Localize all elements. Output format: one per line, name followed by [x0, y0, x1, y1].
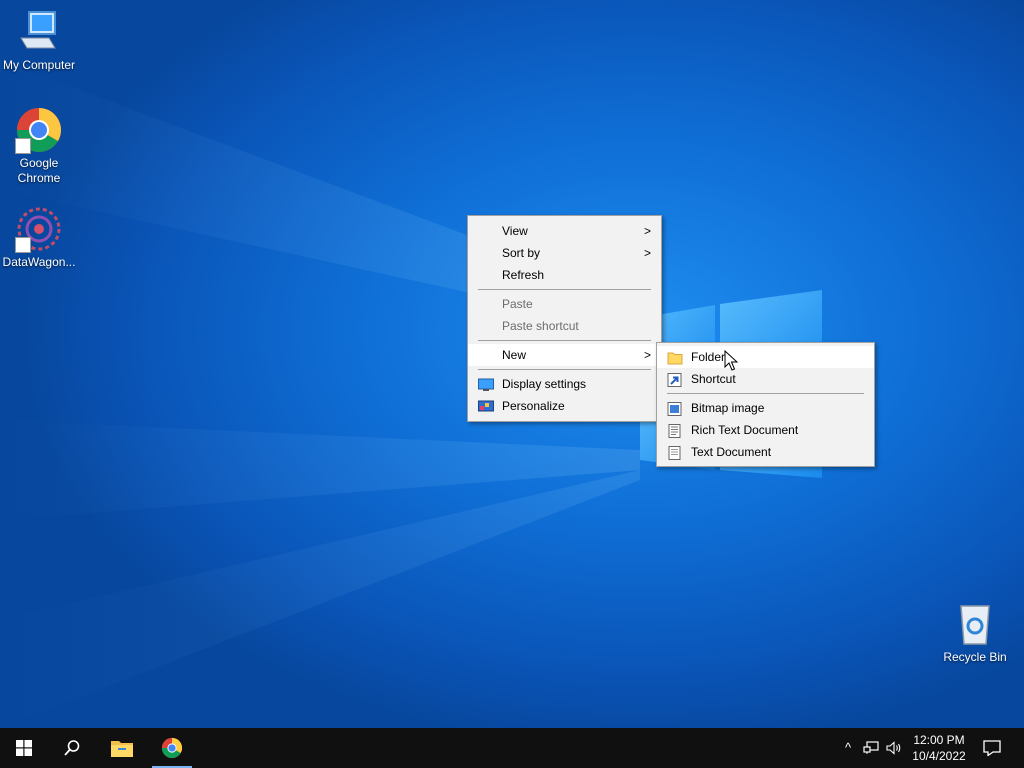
- menu-item-refresh[interactable]: Refresh: [468, 264, 661, 286]
- submenu-item-rich-text-document[interactable]: Rich Text Document: [657, 419, 874, 441]
- menu-item-paste: Paste: [502, 297, 533, 311]
- computer-icon: [15, 8, 63, 56]
- chevron-right-icon: >: [643, 246, 651, 260]
- taskbar-clock[interactable]: 12:00 PM 10/4/2022: [900, 732, 978, 764]
- submenu-item-bitmap-image[interactable]: Bitmap image: [657, 397, 874, 419]
- menu-item-display-settings[interactable]: Display settings: [468, 373, 661, 395]
- menu-separator: [478, 369, 651, 370]
- file-explorer-icon: [111, 741, 133, 757]
- taskbar: ^ 12:00 PM 10/4/2022: [0, 728, 1024, 768]
- personalize-icon: [478, 399, 494, 413]
- new-submenu: Folder Shortcut Bitmap image Rich Text D…: [656, 342, 875, 467]
- file-explorer-button[interactable]: [98, 728, 146, 768]
- menu-item-personalize[interactable]: Personalize: [468, 395, 661, 417]
- desktop-icon-label: Recycle Bin: [943, 650, 1007, 664]
- tray-chevron-icon[interactable]: ^: [836, 728, 860, 768]
- desktop-icon-label: My Computer: [2, 58, 76, 72]
- menu-item-paste-shortcut: Paste shortcut: [502, 319, 579, 333]
- recycle-bin-icon: [951, 600, 999, 648]
- menu-item-new[interactable]: New >: [468, 344, 661, 366]
- chrome-taskbar-button[interactable]: [148, 728, 196, 768]
- shortcut-arrow-icon: [15, 138, 31, 154]
- search-icon: [64, 740, 80, 756]
- menu-separator: [478, 340, 651, 341]
- chevron-right-icon: >: [643, 224, 651, 238]
- start-button[interactable]: [0, 728, 48, 768]
- action-center-button[interactable]: [978, 728, 1006, 768]
- desktop-icon-label: DataWagon...: [2, 255, 76, 269]
- desktop-context-menu: View > Sort by > Refresh Paste Paste sho…: [467, 215, 662, 422]
- bitmap-icon: [667, 401, 683, 416]
- desktop-icon-recycle-bin[interactable]: Recycle Bin: [936, 600, 1014, 665]
- submenu-item-shortcut[interactable]: Shortcut: [657, 368, 874, 390]
- desktop-icon-label: Google Chrome: [17, 156, 61, 185]
- search-button[interactable]: [48, 728, 96, 768]
- text-document-icon: [667, 445, 683, 460]
- notification-icon: [983, 740, 1001, 756]
- menu-separator: [667, 393, 864, 394]
- shortcut-icon: [667, 372, 683, 387]
- desktop[interactable]: My Computer Google Chrome DataWagon... R…: [0, 0, 1024, 728]
- clock-date: 10/4/2022: [912, 749, 966, 763]
- mouse-cursor-icon: [724, 350, 738, 371]
- desktop-icon-my-computer[interactable]: My Computer: [0, 8, 78, 73]
- desktop-icon-datawagon[interactable]: DataWagon...: [0, 205, 78, 270]
- clock-time: 12:00 PM: [913, 733, 965, 747]
- chrome-icon: [161, 737, 183, 759]
- display-icon: [478, 377, 494, 391]
- network-button[interactable]: [860, 728, 882, 768]
- menu-separator: [478, 289, 651, 290]
- chrome-icon: [15, 106, 63, 154]
- datawagon-icon: [15, 205, 63, 253]
- menu-item-sort-by[interactable]: Sort by >: [468, 242, 661, 264]
- folder-icon: [667, 350, 683, 365]
- submenu-item-folder[interactable]: Folder: [657, 346, 874, 368]
- menu-item-view[interactable]: View >: [468, 220, 661, 242]
- rich-text-icon: [667, 423, 683, 438]
- submenu-item-text-document[interactable]: Text Document: [657, 441, 874, 463]
- shortcut-arrow-icon: [15, 237, 31, 253]
- network-icon: [863, 741, 879, 754]
- start-icon: [16, 740, 32, 756]
- chevron-right-icon: >: [643, 348, 651, 362]
- desktop-icon-google-chrome[interactable]: Google Chrome: [0, 106, 78, 186]
